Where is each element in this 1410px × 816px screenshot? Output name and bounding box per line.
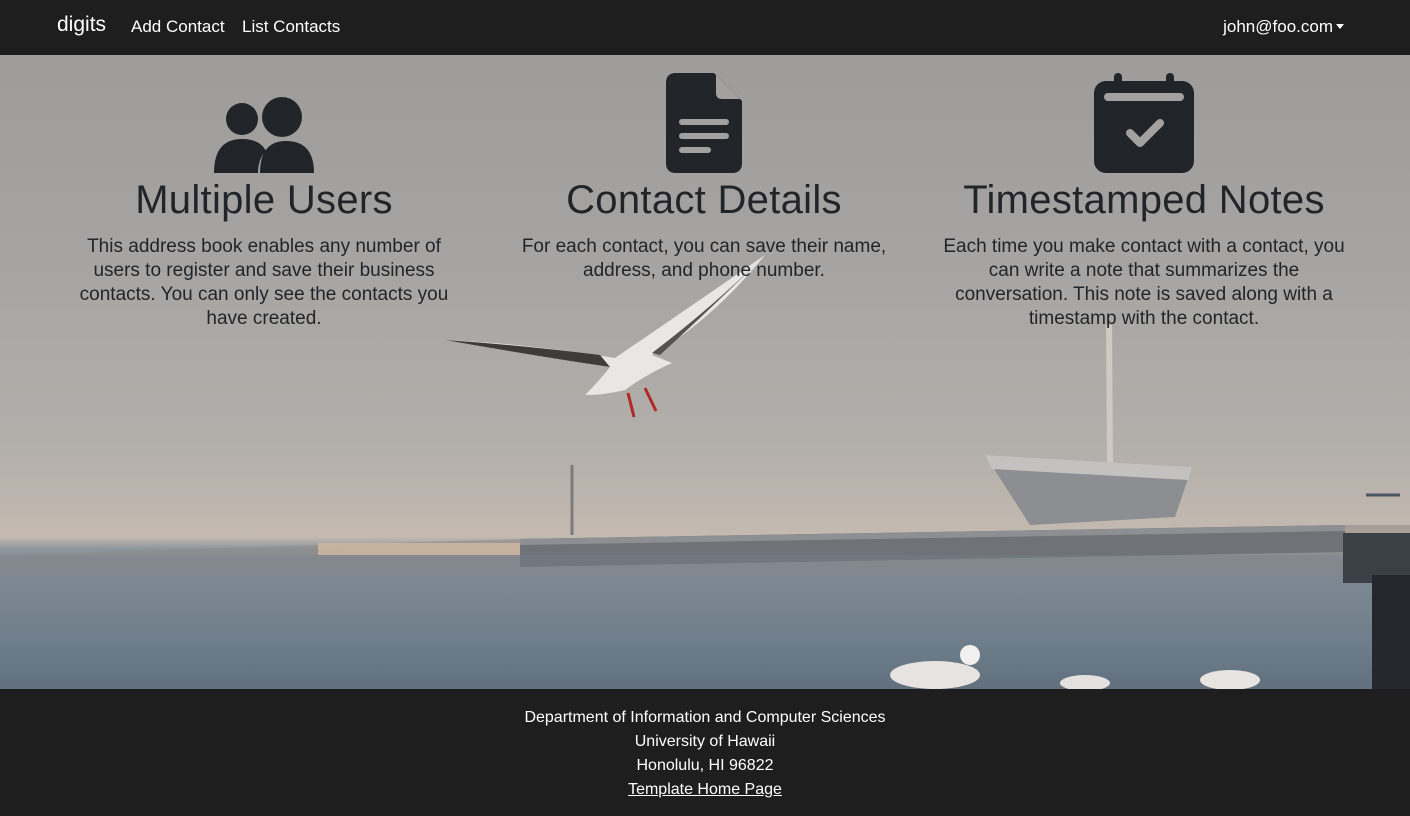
- feature-title: Timestamped Notes: [963, 178, 1325, 222]
- file-text-icon: [484, 67, 924, 173]
- nav-add-contact[interactable]: Add Contact: [131, 17, 225, 37]
- footer-address: Honolulu, HI 96822: [636, 757, 774, 774]
- caret-down-icon: [1336, 24, 1344, 29]
- feature-text: For each contact, you can save their nam…: [521, 236, 887, 281]
- navbar: digits Add Contact List Contacts john@fo…: [0, 0, 1410, 55]
- user-email: john@foo.com: [1223, 17, 1333, 36]
- hero-background: Multiple Users This address book enables…: [0, 55, 1410, 689]
- feature-title: Multiple Users: [135, 178, 393, 222]
- feature-multiple-users: Multiple Users This address book enables…: [44, 67, 484, 331]
- feature-timestamped-notes: Timestamped Notes Each time you make con…: [924, 67, 1364, 331]
- footer-university: University of Hawaii: [634, 733, 776, 750]
- nav-list-contacts[interactable]: List Contacts: [242, 17, 340, 37]
- users-icon: [44, 67, 484, 173]
- feature-text: This address book enables any number of …: [79, 236, 449, 329]
- footer-department: Department of Information and Computer S…: [524, 709, 886, 726]
- footer: Department of Information and Computer S…: [0, 689, 1410, 816]
- feature-text: Each time you make contact with a contac…: [943, 236, 1345, 329]
- brand-link[interactable]: digits: [57, 13, 106, 37]
- feature-title: Contact Details: [566, 178, 842, 222]
- calendar-check-icon: [924, 67, 1364, 173]
- feature-contact-details: Contact Details For each contact, you ca…: [484, 67, 924, 283]
- template-home-link[interactable]: Template Home Page: [0, 778, 1410, 802]
- user-dropdown[interactable]: john@foo.com: [1223, 17, 1344, 37]
